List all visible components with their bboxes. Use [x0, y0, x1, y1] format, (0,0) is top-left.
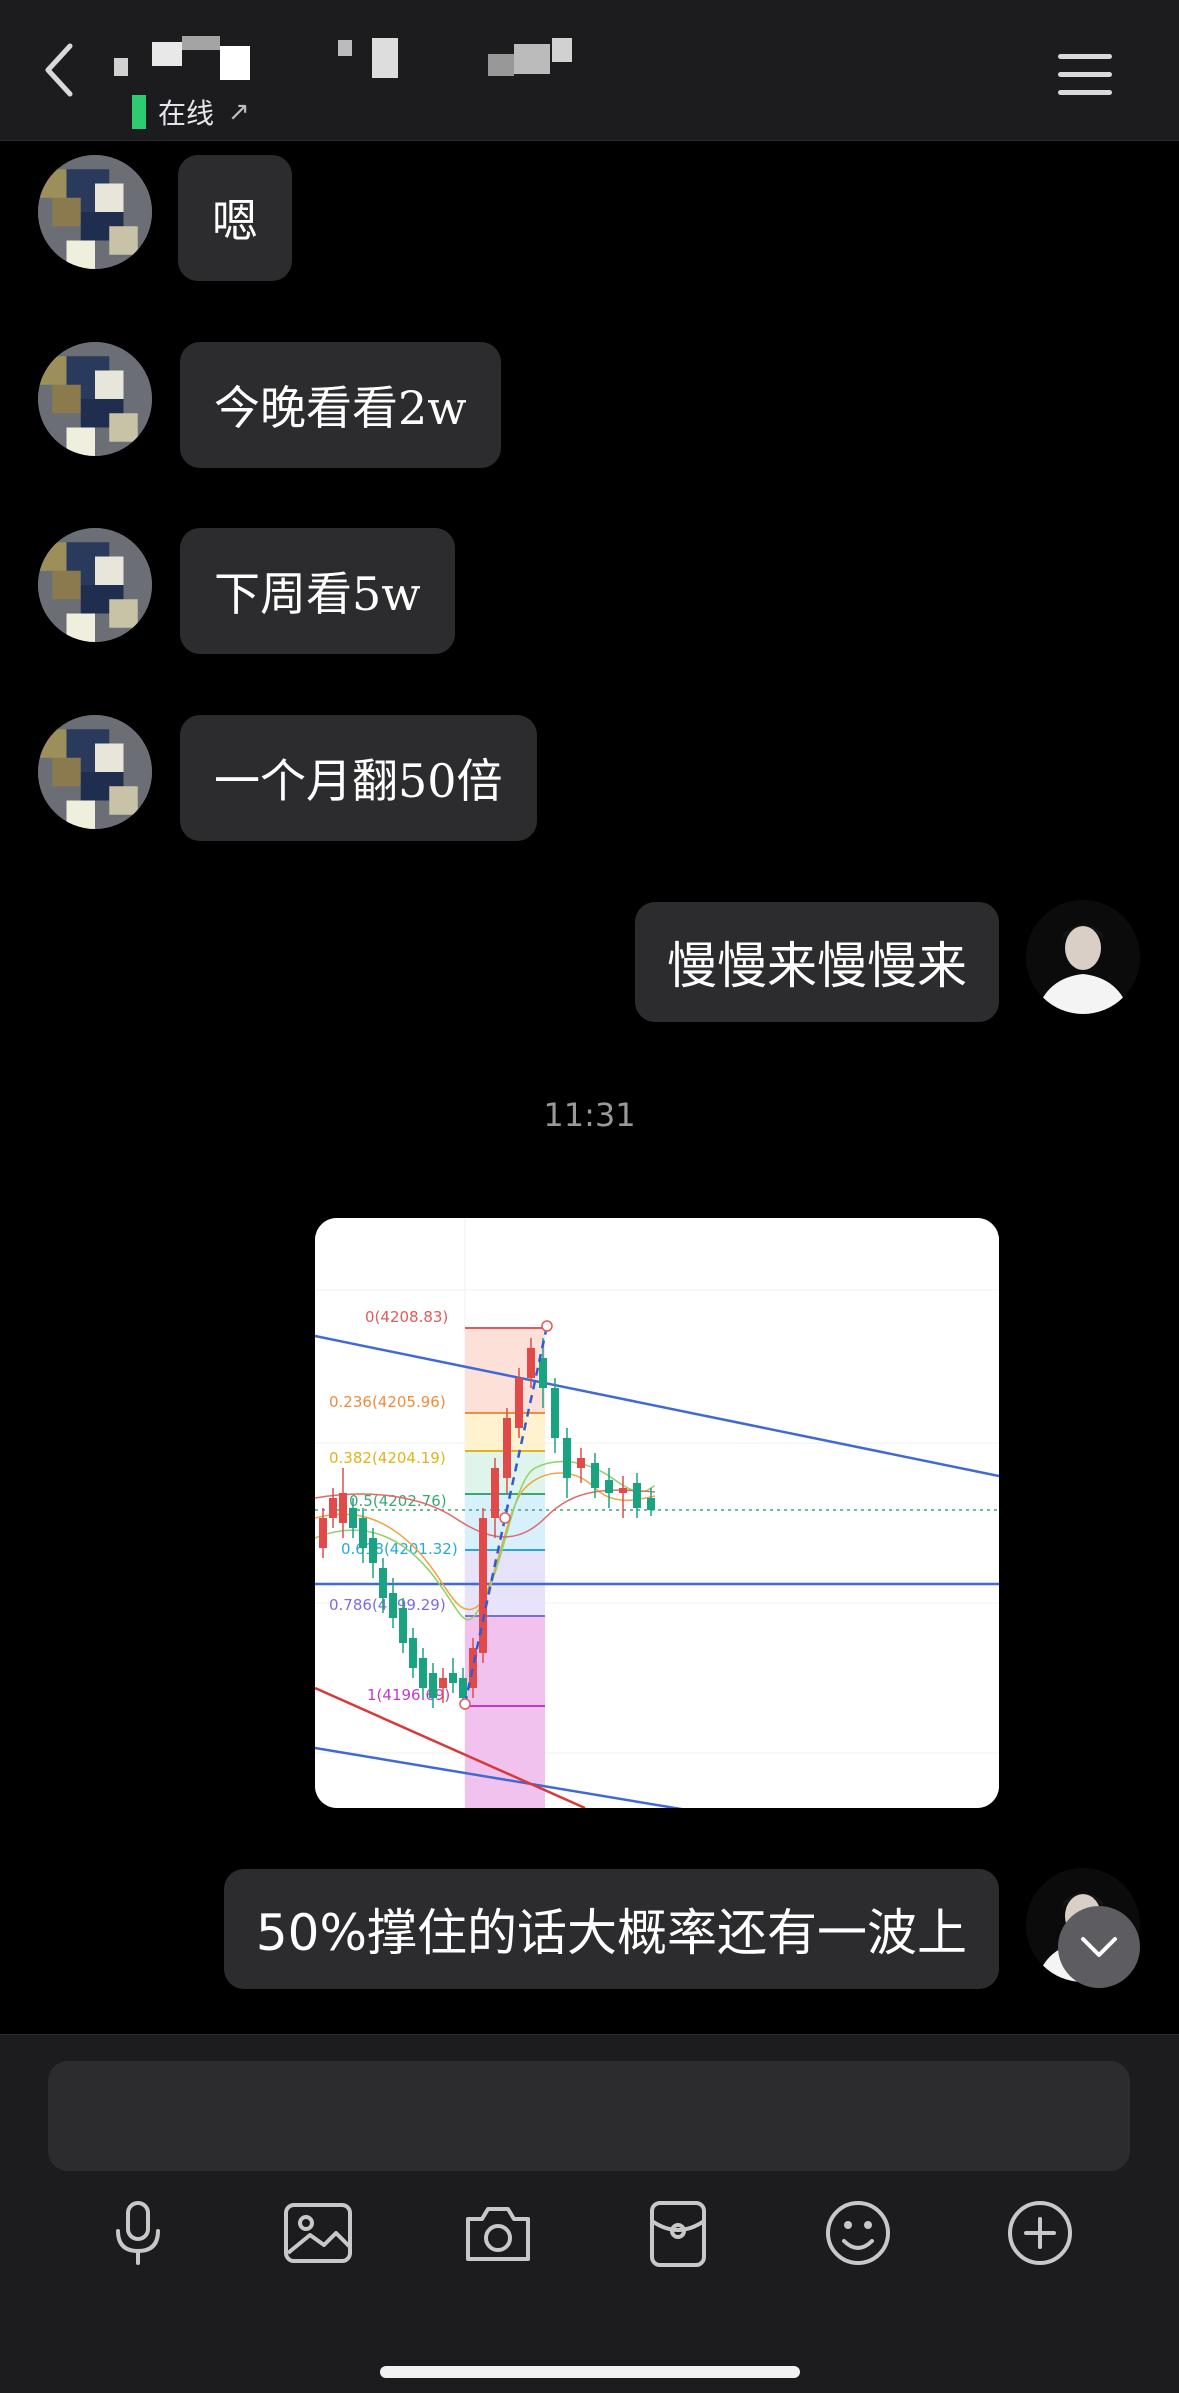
message-bubble-outgoing[interactable]: 50%撑住的话大概率还有一波上: [223, 1869, 999, 1989]
candle-body: [379, 1568, 387, 1598]
candle-body: [339, 1493, 347, 1523]
candle-body: [349, 1508, 357, 1528]
microphone-icon[interactable]: [100, 2195, 176, 2271]
plus-icon[interactable]: [1002, 2195, 1078, 2271]
candle-body: [449, 1673, 457, 1683]
candle-body: [359, 1518, 367, 1548]
message-timestamp: 11:31: [543, 1096, 636, 1134]
candle-body: [329, 1498, 337, 1518]
candle-body: [577, 1458, 585, 1468]
candle-body: [515, 1378, 523, 1428]
chat-header: 在线 ↗: [0, 0, 1179, 141]
status-arrow-icon: ↗: [228, 97, 250, 127]
candle-body: [605, 1480, 613, 1493]
message-input[interactable]: [48, 2061, 1130, 2171]
red-packet-icon[interactable]: [640, 2195, 716, 2271]
fib-label: 0.618(4201.32): [341, 1540, 458, 1558]
candle-body: [319, 1518, 327, 1548]
fib-label: 0(4208.83): [365, 1308, 448, 1326]
contact-avatar[interactable]: [38, 155, 152, 269]
my-avatar[interactable]: [1026, 900, 1140, 1014]
candle-body: [527, 1348, 535, 1378]
candle-body: [503, 1418, 511, 1478]
fib-label: 0.382(4204.19): [329, 1449, 446, 1467]
back-chevron-icon[interactable]: [40, 40, 80, 100]
candle-body: [469, 1648, 477, 1688]
chart-image-message[interactable]: 0(4208.83) 0.236(4205.96) 0.382(4204.19)…: [315, 1218, 999, 1808]
candle-body: [539, 1358, 547, 1388]
message-bubble-incoming[interactable]: 一个月翻50倍: [180, 715, 537, 841]
online-indicator-icon: [132, 95, 146, 129]
status-label: 在线: [158, 97, 215, 130]
composer-bar: [0, 2034, 1179, 2393]
candle-body: [369, 1538, 377, 1563]
contact-name-redacted: [112, 34, 592, 80]
home-indicator: [380, 2366, 800, 2378]
candle-body: [551, 1388, 559, 1438]
contact-avatar[interactable]: [38, 715, 152, 829]
candle-body: [619, 1488, 627, 1493]
candle-body: [409, 1638, 417, 1668]
candle-body: [399, 1608, 407, 1643]
candle-body: [459, 1678, 467, 1698]
chevron-down-icon: [1081, 1937, 1117, 1957]
candle-body: [647, 1498, 655, 1510]
message-bubble-outgoing[interactable]: 慢慢来慢慢来: [635, 902, 999, 1022]
candle-body: [563, 1438, 571, 1478]
fib-label: 1(4196.69): [367, 1686, 450, 1704]
candle-body: [429, 1673, 437, 1698]
candle-body: [633, 1483, 641, 1508]
message-bubble-incoming[interactable]: 今晚看看2w: [180, 342, 501, 468]
fib-label: 0.786(4199.29): [329, 1596, 446, 1614]
contact-avatar[interactable]: [38, 528, 152, 642]
emoji-icon[interactable]: [820, 2195, 896, 2271]
camera-icon[interactable]: [460, 2195, 536, 2271]
fib-label: 0.236(4205.96): [329, 1393, 446, 1411]
menu-icon[interactable]: [1058, 54, 1112, 96]
candle-body: [389, 1593, 397, 1618]
candle-body: [491, 1468, 499, 1518]
online-status: 在线 ↗: [132, 94, 250, 130]
candle-body: [439, 1678, 447, 1688]
contact-avatar[interactable]: [38, 342, 152, 456]
candle-body: [419, 1658, 427, 1688]
message-bubble-incoming[interactable]: 下周看5w: [180, 528, 455, 654]
message-bubble-incoming[interactable]: 嗯: [178, 155, 292, 281]
image-icon[interactable]: [280, 2195, 356, 2271]
candle-body: [591, 1463, 599, 1488]
scroll-to-bottom-button[interactable]: [1058, 1906, 1140, 1988]
